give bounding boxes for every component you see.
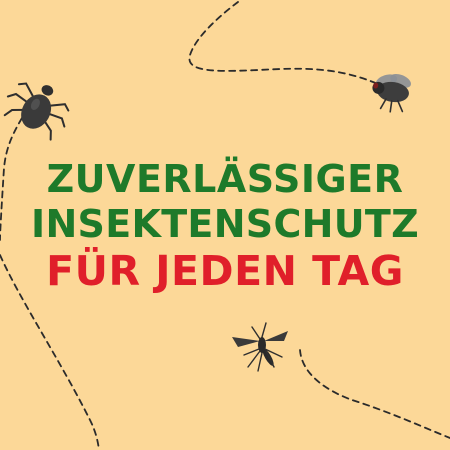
mosquito-icon [232, 322, 288, 372]
flight-path-right [299, 349, 450, 439]
fly-icon [372, 73, 412, 113]
headline-line-3: FÜR JEDEN TAG [46, 247, 404, 295]
headline-line-2: INSEKTENSCHUTZ [31, 202, 419, 246]
flight-path-top [188, 1, 379, 85]
banner-canvas: ZUVERLÄSSIGER INSEKTENSCHUTZ FÜR JEDEN T… [0, 0, 450, 450]
tick-icon [3, 82, 70, 141]
headline-line-1: ZUVERLÄSSIGER [46, 157, 404, 201]
